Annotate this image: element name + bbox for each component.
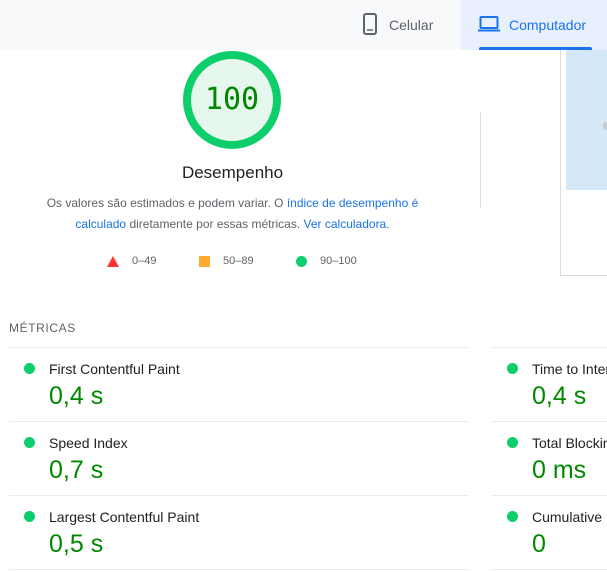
legend-fail: 0–49 — [107, 255, 156, 267]
pass-circle-icon — [24, 511, 35, 522]
description-text: Os valores são estimados e podem variar.… — [46, 196, 287, 210]
metric-time-to-interactive[interactable]: Time to Interactive 0,4 s — [492, 347, 607, 422]
score-description: Os valores são estimados e podem variar.… — [30, 193, 435, 235]
metric-label: Time to Interactive — [532, 361, 607, 377]
tab-desktop-label: Computador — [509, 17, 587, 33]
tab-mobile-label: Celular — [389, 17, 434, 33]
metric-label: First Contentful Paint — [49, 361, 180, 377]
metric-value: 0 — [532, 530, 546, 558]
tab-desktop[interactable]: Computador — [461, 0, 607, 50]
metrics-bottom-divider — [492, 569, 607, 570]
metric-label: Speed Index — [49, 435, 128, 451]
metric-value: 0 ms — [532, 456, 587, 484]
section-divider — [480, 112, 481, 208]
calculator-link[interactable]: Ver calculadora — [304, 217, 387, 231]
thumbnail-overlay-icon — [603, 122, 607, 130]
pass-circle-icon — [507, 511, 518, 522]
legend-average-label: 50–89 — [223, 255, 254, 267]
metric-value: 0,7 s — [49, 456, 104, 484]
tab-mobile[interactable]: Celular — [363, 0, 433, 50]
metric-speed-index[interactable]: Speed Index 0,7 s — [9, 421, 468, 496]
metric-label: Largest Contentful Paint — [49, 509, 200, 525]
phone-icon — [363, 12, 377, 38]
metric-total-blocking-time[interactable]: Total Blocking Time 0 ms — [492, 421, 607, 496]
legend-fail-label: 0–49 — [132, 255, 157, 267]
score-legend: 0–49 50–89 90–100 — [0, 255, 465, 271]
metric-value: 0,5 s — [49, 530, 104, 558]
metric-label: Total Blocking Time — [532, 435, 607, 451]
metrics-bottom-divider — [9, 569, 468, 570]
description-text: diretamente por essas métricas. — [126, 217, 304, 231]
pass-circle-icon — [24, 437, 35, 448]
green-circle-icon — [296, 255, 307, 267]
legend-average: 50–89 — [199, 255, 254, 267]
performance-score-value: 100 — [204, 82, 260, 117]
pass-circle-icon — [507, 363, 518, 374]
legend-pass: 90–100 — [296, 255, 357, 267]
metric-cumulative-layout-shift[interactable]: Cumulative Layout Shift 0 — [492, 495, 607, 570]
metrics-header: MÉTRICAS — [9, 321, 76, 335]
category-title: Desempenho — [181, 163, 284, 182]
metric-largest-contentful-paint[interactable]: Largest Contentful Paint 0,5 s — [9, 495, 468, 570]
laptop-icon — [478, 15, 500, 35]
orange-square-icon — [199, 255, 210, 267]
metric-first-contentful-paint[interactable]: First Contentful Paint 0,4 s — [9, 347, 468, 422]
legend-pass-label: 90–100 — [320, 255, 357, 267]
pass-circle-icon — [24, 363, 35, 374]
final-screenshot-thumbnail[interactable] — [566, 50, 607, 190]
metric-value: 0,4 s — [532, 382, 587, 410]
metric-label: Cumulative Layout Shift — [532, 509, 607, 525]
pass-circle-icon — [507, 437, 518, 448]
description-text: . — [386, 217, 390, 231]
red-triangle-icon — [107, 255, 119, 267]
metric-value: 0,4 s — [49, 382, 104, 410]
